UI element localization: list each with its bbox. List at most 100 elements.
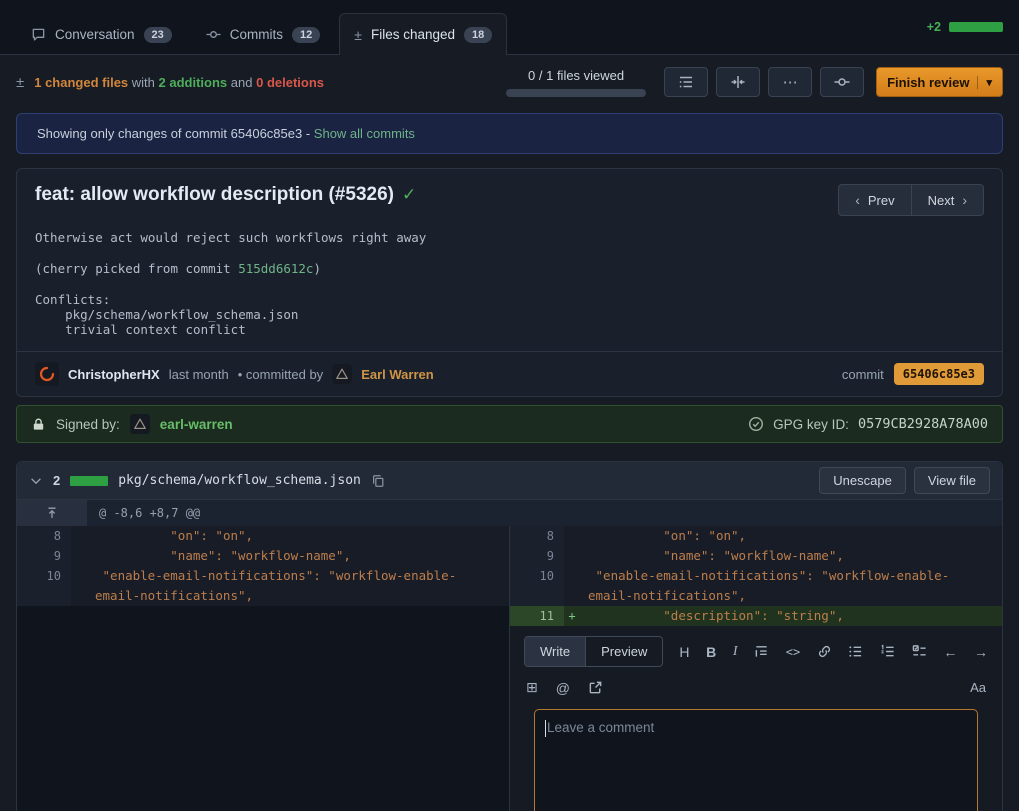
diff-row-right-10: 10 "enable-email-notifications": "workfl… (510, 566, 1002, 606)
diff-stat-additions: +2 (927, 20, 941, 34)
diff-icon: ± (354, 27, 362, 43)
write-preview-switch: Write Preview (524, 636, 663, 667)
tab-label: Conversation (55, 27, 135, 42)
authored-when: last month (169, 367, 229, 382)
code-line: "name": "workflow-name", (580, 546, 1002, 566)
file-name-link[interactable]: pkg/schema/workflow_schema.json (118, 473, 361, 488)
diff-row-right-9: 9 "name": "workflow-name", (510, 546, 1002, 566)
gpg-key-label: GPG key ID: (773, 417, 849, 432)
italic-icon[interactable]: I (733, 644, 738, 660)
author-name[interactable]: ChristopherHX (68, 367, 160, 382)
undo-arrow-icon[interactable]: ← (943, 644, 957, 660)
line-sign (71, 546, 87, 566)
unescape-button[interactable]: Unescape (819, 467, 906, 494)
file-tree-icon (678, 74, 694, 90)
file-tree-toggle-button[interactable] (664, 67, 708, 97)
line-number[interactable]: 11 (510, 606, 564, 626)
link-icon[interactable] (817, 644, 832, 659)
caret-down-icon: ▾ (977, 76, 992, 89)
quote-icon[interactable] (754, 644, 769, 659)
files-viewed-label: 0 / 1 files viewed (528, 68, 624, 83)
comment-textarea[interactable] (534, 709, 978, 811)
expand-hunk-button[interactable] (17, 500, 87, 526)
diff-row-left-8: 8 "on": "on", (17, 526, 509, 546)
text-caret (545, 720, 546, 737)
font-size-icon[interactable]: Aa (970, 680, 986, 695)
expand-up-icon (45, 506, 59, 520)
commit-sha-badge[interactable]: 65406c85e3 (894, 363, 984, 385)
line-number[interactable]: 9 (510, 546, 564, 566)
chevron-down-icon[interactable] (29, 474, 43, 488)
commit-title: feat: allow workflow description (#5326)… (35, 184, 416, 206)
show-all-commits-link[interactable]: Show all commits (314, 126, 415, 141)
commits-count-badge: 12 (292, 27, 320, 43)
diff-row-left-9: 9 "name": "workflow-name", (17, 546, 509, 566)
deletions-count: 0 deletions (256, 75, 324, 90)
heading-icon[interactable]: H (679, 644, 689, 660)
tab-preview[interactable]: Preview (586, 637, 662, 666)
commit-icon (206, 27, 221, 42)
shield-check-icon (748, 416, 764, 432)
editor-toolbar-row2: ⊞ @ Aa (524, 667, 988, 696)
bold-icon[interactable]: B (706, 644, 716, 660)
mention-icon[interactable]: @ (556, 680, 570, 696)
check-icon: ✓ (402, 185, 416, 204)
tab-label: Commits (230, 27, 283, 42)
signed-by-label: Signed by: (56, 417, 120, 432)
author-avatar[interactable] (35, 362, 59, 386)
file-diff-stat-bar (70, 476, 108, 486)
line-number[interactable]: 9 (17, 546, 71, 566)
files-viewed: 0 / 1 files viewed (506, 68, 646, 97)
bullet-list-icon[interactable] (848, 644, 863, 659)
line-number[interactable]: 10 (17, 566, 71, 606)
finish-review-button[interactable]: Finish review ▾ (876, 67, 1003, 97)
gpg-key-id: 0579CB2928A78A00 (858, 416, 988, 432)
files-count-badge: 18 (464, 27, 492, 43)
chevron-left-icon: ‹ (855, 192, 860, 208)
tab-files-changed[interactable]: ± Files changed 18 (339, 13, 507, 55)
diff-stat-bar (949, 22, 1003, 32)
committer-avatar[interactable] (332, 364, 352, 384)
prev-commit-button[interactable]: ‹ Prev (838, 184, 911, 216)
next-commit-button[interactable]: Next › (911, 184, 984, 216)
code-icon[interactable]: <> (786, 645, 800, 659)
gpg-key-group: GPG key ID: 0579CB2928A78A00 (748, 416, 988, 432)
commit-panel: feat: allow workflow description (#5326)… (16, 168, 1003, 397)
code-line: "enable-email-notifications": "workflow-… (87, 566, 509, 606)
tab-commits[interactable]: Commits 12 (191, 13, 336, 55)
diff-options-button[interactable]: ⋯ (768, 67, 812, 97)
file-additions-count: 2 (53, 473, 60, 488)
tab-label: Files changed (371, 27, 455, 42)
diff-view-style-button[interactable] (716, 67, 760, 97)
comment-box-wrap (534, 709, 978, 811)
line-number[interactable]: 8 (17, 526, 71, 546)
line-sign (564, 546, 580, 566)
cherry-pick-hash-link[interactable]: 515dd6612c (238, 261, 313, 276)
tab-conversation[interactable]: Conversation 23 (16, 13, 187, 55)
tab-write[interactable]: Write (525, 637, 586, 666)
hunk-header-row: @ -8,6 +8,7 @@ (17, 500, 1002, 526)
line-sign (71, 566, 87, 606)
line-number[interactable]: 8 (510, 526, 564, 546)
table-icon[interactable]: ⊞ (526, 679, 538, 696)
line-sign (564, 566, 580, 606)
ellipsis-icon: ⋯ (783, 73, 798, 91)
commit-select-button[interactable] (820, 67, 864, 97)
copy-icon[interactable] (371, 474, 385, 488)
view-file-button[interactable]: View file (914, 467, 990, 494)
task-list-icon[interactable] (912, 644, 927, 659)
committer-name[interactable]: Earl Warren (361, 367, 434, 382)
signer-name[interactable]: earl-warren (160, 417, 233, 432)
signer-avatar[interactable] (130, 414, 150, 434)
diff-row-left-10: 10 "enable-email-notifications": "workfl… (17, 566, 509, 606)
code-line: "on": "on", (580, 526, 1002, 546)
finish-review-label: Finish review (887, 75, 969, 90)
reference-icon[interactable] (588, 680, 603, 695)
commit-message-body: Otherwise act would reject such workflow… (17, 220, 1002, 351)
changed-files-count: 1 changed files (34, 75, 128, 90)
code-line: "on": "on", (87, 526, 509, 546)
redo-arrow-icon[interactable]: → (974, 644, 988, 660)
line-number[interactable]: 10 (510, 566, 564, 606)
ordered-list-icon[interactable] (880, 644, 895, 659)
summary-text: with (132, 75, 155, 90)
